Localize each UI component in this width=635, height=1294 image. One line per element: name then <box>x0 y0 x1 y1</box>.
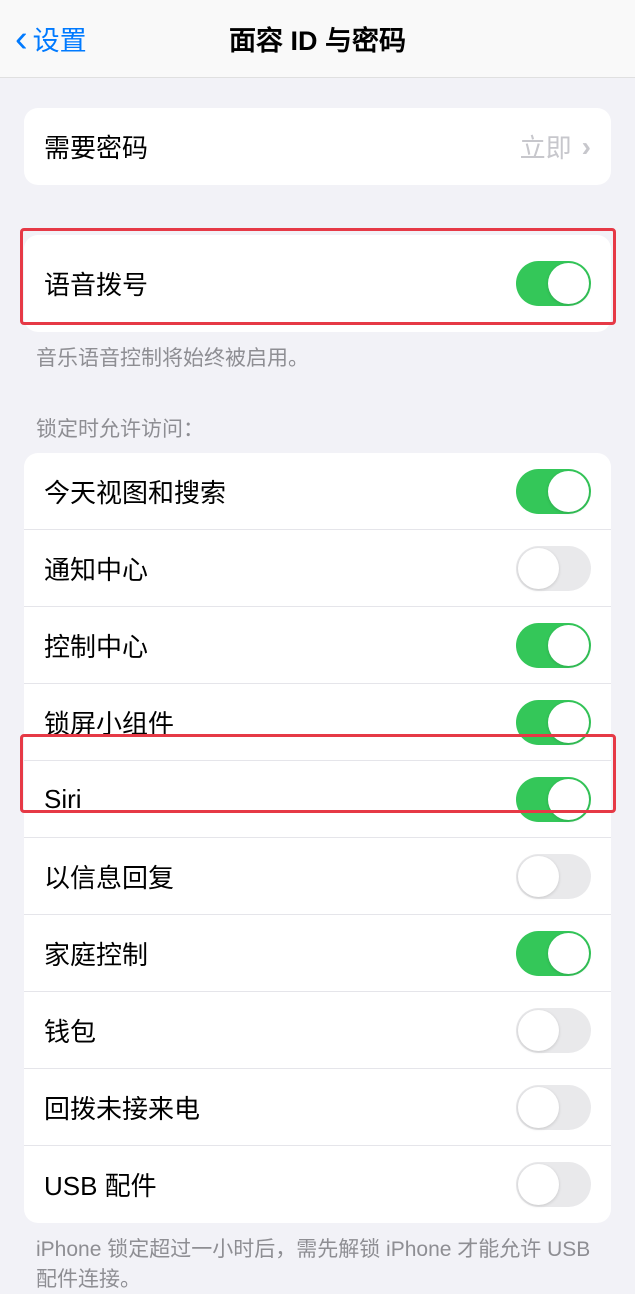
lock-access-label: 回拨未接来电 <box>44 1089 200 1126</box>
require-passcode-label: 需要密码 <box>44 128 148 165</box>
toggle-knob <box>518 548 559 589</box>
toggle-knob <box>548 471 589 512</box>
toggle-knob <box>518 856 559 897</box>
back-label: 设置 <box>33 19 87 58</box>
lock-access-toggle[interactable] <box>516 700 591 745</box>
lock-access-toggle[interactable] <box>516 931 591 976</box>
back-button[interactable]: ‹ 设置 <box>0 19 87 58</box>
lock-access-row: USB 配件 <box>24 1146 611 1223</box>
lock-access-label: 以信息回复 <box>44 858 174 895</box>
toggle-knob <box>548 263 589 304</box>
lock-access-label: 通知中心 <box>44 550 148 587</box>
chevron-left-icon: ‹ <box>15 20 28 58</box>
require-passcode-value-text: 立即 <box>520 128 572 165</box>
lock-access-toggle[interactable] <box>516 623 591 668</box>
lock-access-toggle[interactable] <box>516 854 591 899</box>
page-title: 面容 ID 与密码 <box>229 19 406 58</box>
chevron-right-icon: › <box>582 131 591 163</box>
lock-access-toggle[interactable] <box>516 469 591 514</box>
lock-access-label: Siri <box>44 784 82 815</box>
voice-dial-toggle[interactable] <box>516 261 591 306</box>
toggle-knob <box>548 933 589 974</box>
voice-dial-row: 语音拨号 <box>24 235 611 332</box>
lock-access-row: 今天视图和搜索 <box>24 453 611 530</box>
voice-dial-label: 语音拨号 <box>44 265 148 302</box>
lock-access-toggle[interactable] <box>516 1162 591 1207</box>
lock-access-toggle[interactable] <box>516 546 591 591</box>
lock-access-toggle[interactable] <box>516 1008 591 1053</box>
voice-dial-footer: 音乐语音控制将始终被启用。 <box>0 332 635 373</box>
lock-access-row: 家庭控制 <box>24 915 611 992</box>
lock-access-label: 钱包 <box>44 1012 96 1049</box>
lock-access-group: 今天视图和搜索通知中心控制中心锁屏小组件 Siri 以信息回复家庭控制钱包回拨未接来… <box>24 453 611 1223</box>
lock-access-label: 控制中心 <box>44 627 148 664</box>
lock-access-label: 家庭控制 <box>44 935 148 972</box>
lock-access-label: 锁屏小组件 <box>44 704 174 741</box>
toggle-knob <box>518 1164 559 1205</box>
lock-access-row: 锁屏小组件 <box>24 684 611 761</box>
lock-access-row: 钱包 <box>24 992 611 1069</box>
lock-access-label: USB 配件 <box>44 1166 157 1203</box>
passcode-group: 需要密码 立即 › <box>24 108 611 185</box>
toggle-knob <box>548 779 589 820</box>
lock-access-footer: iPhone 锁定超过一小时后，需先解锁 iPhone 才能允许 USB 配件连… <box>0 1223 635 1294</box>
toggle-knob <box>518 1010 559 1051</box>
lock-access-row: 以信息回复 <box>24 838 611 915</box>
require-passcode-value: 立即 › <box>520 128 591 165</box>
toggle-knob <box>548 625 589 666</box>
lock-access-toggle[interactable] <box>516 1085 591 1130</box>
toggle-knob <box>548 702 589 743</box>
require-passcode-row[interactable]: 需要密码 立即 › <box>24 108 611 185</box>
lock-access-row: 通知中心 <box>24 530 611 607</box>
lock-access-header: 锁定时允许访问： <box>0 373 635 453</box>
lock-access-row: 回拨未接来电 <box>24 1069 611 1146</box>
toggle-knob <box>518 1087 559 1128</box>
lock-access-row: Siri <box>24 761 611 838</box>
nav-header: ‹ 设置 面容 ID 与密码 <box>0 0 635 78</box>
lock-access-label: 今天视图和搜索 <box>44 473 226 510</box>
voice-dial-group: 语音拨号 <box>24 235 611 332</box>
lock-access-toggle[interactable] <box>516 777 591 822</box>
lock-access-row: 控制中心 <box>24 607 611 684</box>
